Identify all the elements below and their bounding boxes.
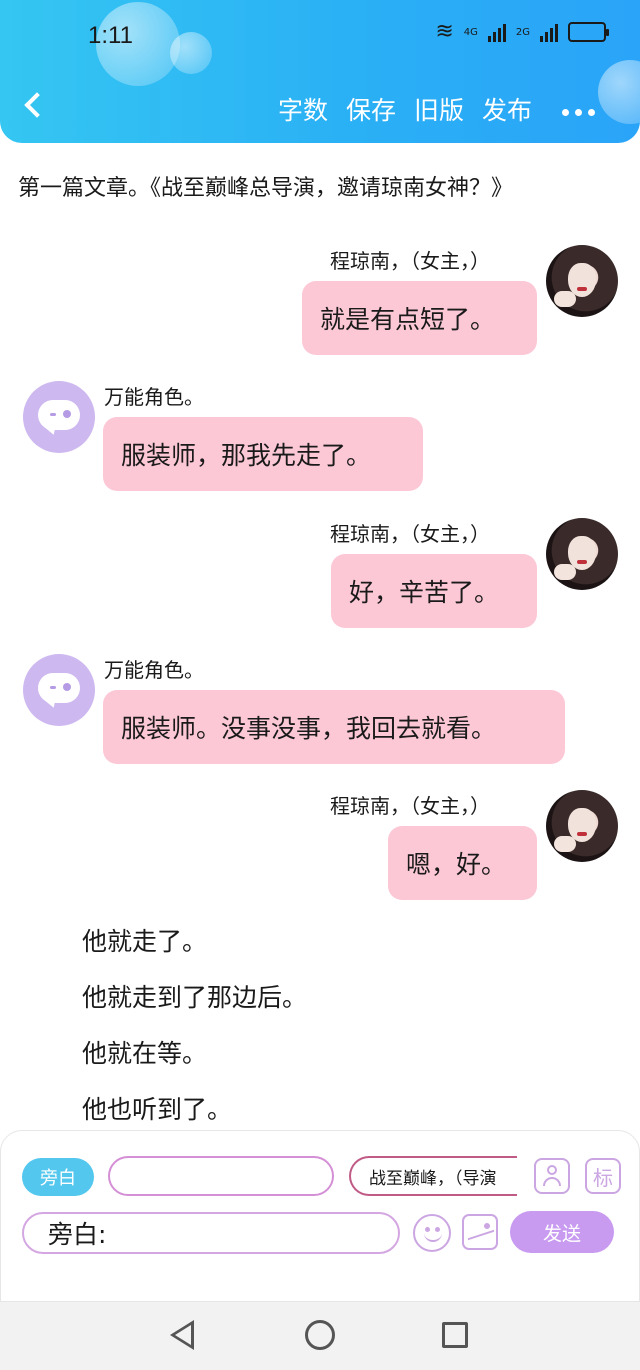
image-icon[interactable]: [462, 1214, 498, 1250]
battery-icon: [568, 22, 609, 42]
save-button[interactable]: 保存: [346, 95, 396, 127]
chat-bot-avatar[interactable]: [23, 654, 95, 726]
signal-icon: [540, 22, 558, 42]
name-input-field[interactable]: [110, 1158, 332, 1194]
message-bubble[interactable]: 就是有点短了。: [302, 281, 537, 355]
speaker-name: 程琼南，（女主，）: [330, 522, 490, 546]
photo-avatar[interactable]: [546, 790, 618, 862]
document-title: 第一篇文章。《战至巅峰总导演，邀请琼南女神？》: [18, 176, 514, 201]
nav-recent-icon[interactable]: [442, 1322, 468, 1348]
speaker-name: 程琼南，（女主，）: [330, 794, 490, 818]
photo-avatar[interactable]: [546, 518, 618, 590]
top-header: 1:11 ≋ 4G 2G 字数 保存 旧版 发布: [0, 0, 640, 143]
decoration-bubble-small: [170, 32, 212, 74]
narration-line[interactable]: 他就走到了那边后。: [82, 978, 307, 1014]
photo-avatar[interactable]: [546, 245, 618, 317]
message-bubble[interactable]: 嗯，好。: [388, 826, 537, 900]
message-input-field[interactable]: [106, 1214, 398, 1252]
nav-back-icon-inner: [175, 1325, 191, 1345]
publish-button[interactable]: 发布: [482, 95, 532, 127]
network-label-1: 4G: [463, 26, 478, 38]
tag-button[interactable]: 标: [585, 1158, 621, 1194]
nav-home-icon[interactable]: [305, 1320, 335, 1350]
decoration-bubble-right: [598, 60, 640, 124]
more-options-icon[interactable]: [562, 109, 595, 116]
message-bubble[interactable]: 好，辛苦了。: [331, 554, 537, 628]
person-icon: [541, 1164, 563, 1188]
speaker-name: 程琼南，（女主，）: [330, 249, 490, 273]
narration-line[interactable]: 他就走了。: [82, 922, 207, 958]
old-version-button[interactable]: 旧版: [414, 95, 464, 127]
role-chip[interactable]: 旁白: [22, 1158, 94, 1196]
scene-chip[interactable]: 战至巅峰，（导演: [349, 1156, 517, 1196]
message-input[interactable]: 旁白:: [22, 1212, 400, 1254]
input-prefix: 旁白:: [48, 1220, 107, 1249]
chat-bot-avatar[interactable]: [23, 381, 95, 453]
signal-icon: [487, 22, 506, 42]
message-bubble[interactable]: 服装师，那我先走了。: [103, 417, 423, 491]
network-label-2: 2G: [515, 26, 530, 38]
back-button[interactable]: [22, 92, 52, 128]
chevron-left-icon: [24, 92, 50, 118]
speaker-name: 万能角色。: [104, 385, 204, 409]
send-button[interactable]: 发送: [510, 1211, 614, 1253]
word-count-button[interactable]: 字数: [278, 95, 328, 127]
toolbar: 字数 保存 旧版 发布: [278, 95, 532, 127]
emoji-icon[interactable]: [413, 1214, 451, 1252]
speaker-name: 万能角色。: [104, 658, 204, 682]
status-time: 1:11: [88, 22, 133, 49]
name-input[interactable]: [108, 1156, 334, 1196]
narration-line[interactable]: 他也听到了。: [82, 1090, 232, 1126]
message-bubble[interactable]: 服装师。没事没事，我回去就看。: [103, 690, 565, 764]
narration-line[interactable]: 他就在等。: [82, 1034, 207, 1070]
character-button[interactable]: [534, 1158, 570, 1194]
status-icons: ≋ 4G 2G: [435, 19, 609, 44]
wifi-icon: ≋: [435, 19, 454, 44]
app-root: 1:11 ≋ 4G 2G 字数 保存 旧版 发布 第一篇文章。《战至巅峰总导演，…: [0, 0, 640, 1370]
